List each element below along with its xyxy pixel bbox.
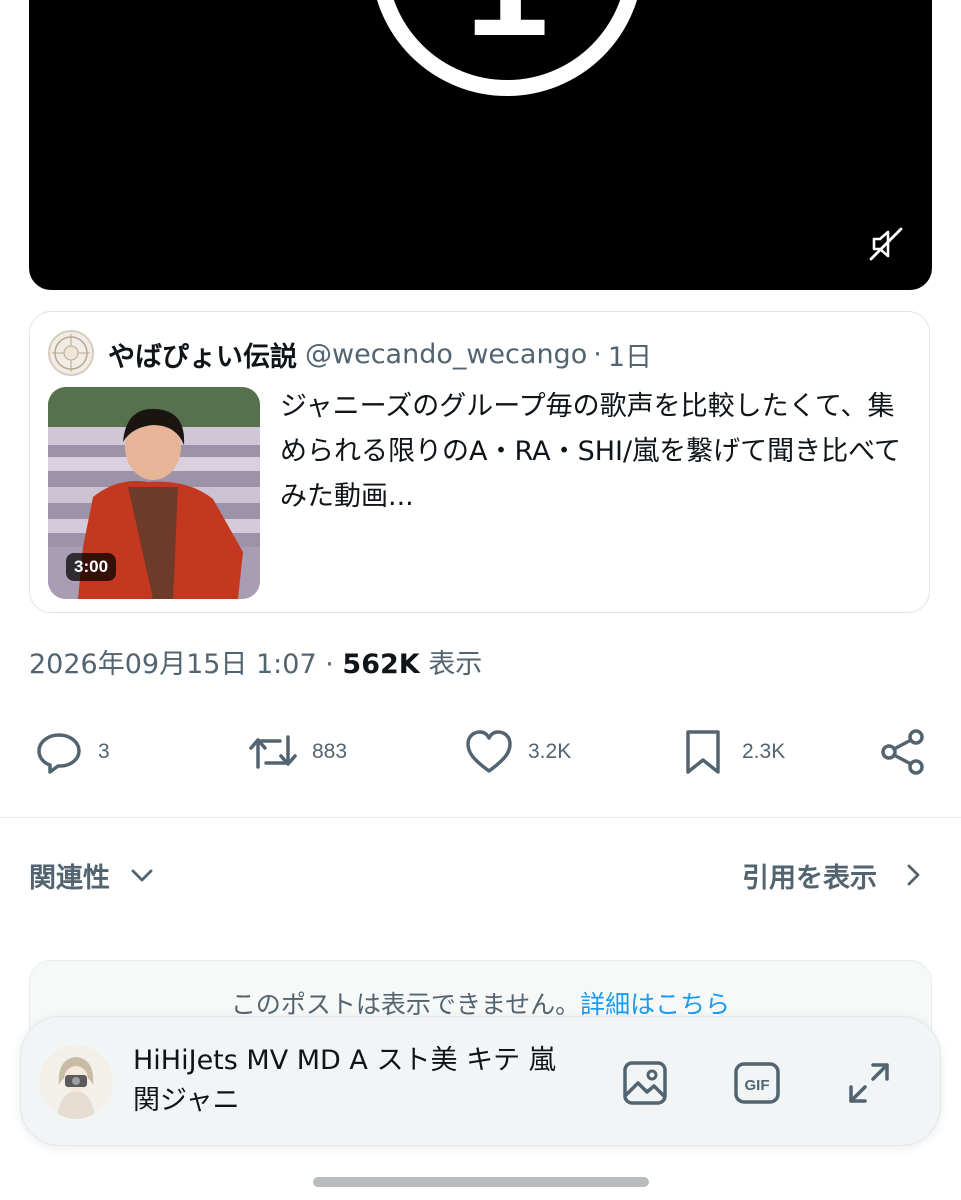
bookmark-icon — [686, 730, 720, 774]
unavailable-text: このポストは表示できません。 — [230, 990, 581, 1019]
home-indicator[interactable] — [313, 1177, 649, 1187]
reply-count: 3 — [98, 740, 110, 763]
quoted-video-thumbnail[interactable]: 3:00 — [48, 387, 260, 599]
reply-icon — [37, 733, 81, 774]
header-separator: · — [593, 338, 602, 370]
speaker-muted-icon[interactable] — [868, 226, 904, 262]
chevron-right-icon — [907, 864, 920, 886]
sort-dropdown[interactable]: 関連性 — [29, 852, 156, 898]
views-count: 562K — [342, 649, 420, 680]
quoted-post-text: ジャニーズのグループ毎の歌声を比較したくて、集められる限りのA・RA・SHI/嵐… — [280, 391, 902, 512]
divider — [0, 817, 961, 818]
reply-composer[interactable]: HiHiJets MV MD A スト美 キテ 嵐 関ジャニ GIF — [20, 1016, 941, 1146]
heart-icon — [466, 730, 512, 773]
video-player[interactable]: 1 — [29, 0, 932, 290]
share-icon — [881, 729, 924, 775]
repost-count: 883 — [312, 740, 348, 763]
countdown-number: 1 — [465, 0, 548, 67]
bookmark-count: 2.3K — [742, 740, 786, 763]
svg-text:GIF: GIF — [745, 1077, 770, 1094]
avatar-emblem-icon — [52, 334, 90, 372]
image-icon[interactable] — [621, 1059, 669, 1107]
quoted-author-name[interactable]: やばぴょい伝説 — [108, 335, 297, 374]
quoted-post-time: 1日 — [607, 341, 652, 373]
user-avatar-image — [39, 1045, 113, 1119]
learn-more-link[interactable]: 詳細はこちら — [580, 990, 730, 1019]
like-count: 3.2K — [528, 740, 572, 763]
composer-input[interactable]: HiHiJets MV MD A スト美 キテ 嵐 関ジャニ — [133, 1041, 573, 1121]
user-avatar[interactable] — [39, 1045, 113, 1119]
share-button[interactable] — [878, 722, 928, 782]
countdown-circle-icon: 1 — [377, 0, 637, 96]
views-label: 表示 — [428, 649, 483, 680]
chevron-down-icon — [131, 869, 153, 882]
gif-icon[interactable]: GIF — [733, 1059, 781, 1107]
expand-icon[interactable] — [845, 1059, 893, 1107]
reply-button[interactable]: 3 — [34, 722, 110, 782]
view-quotes-link[interactable]: 引用を表示 — [742, 852, 927, 898]
video-duration-badge: 3:00 — [66, 553, 117, 581]
repost-button[interactable]: 883 — [248, 722, 347, 782]
like-button[interactable]: 3.2K — [464, 722, 571, 782]
sort-label: 関連性 — [29, 862, 110, 894]
quoted-author-avatar[interactable] — [48, 330, 94, 376]
post-metadata: 2026年09月15日 1:07 · 562K 表示 — [29, 642, 482, 681]
quoted-post-card[interactable]: やばぴょい伝説 @wecando_wecango · 1日 3:00 ジャニーズ… — [29, 311, 930, 613]
repost-icon — [249, 735, 297, 769]
quoted-author-handle[interactable]: @wecando_wecango — [305, 339, 587, 370]
bookmark-button[interactable]: 2.3K — [678, 722, 785, 782]
meta-separator: · — [325, 649, 334, 680]
quoted-post-header: やばぴょい伝説 @wecando_wecango · 1日 — [108, 334, 652, 374]
action-bar: 3 883 3.2K 2.3K — [0, 722, 961, 782]
view-quotes-label: 引用を表示 — [742, 862, 877, 894]
post-timestamp[interactable]: 2026年09月15日 1:07 — [29, 649, 317, 680]
